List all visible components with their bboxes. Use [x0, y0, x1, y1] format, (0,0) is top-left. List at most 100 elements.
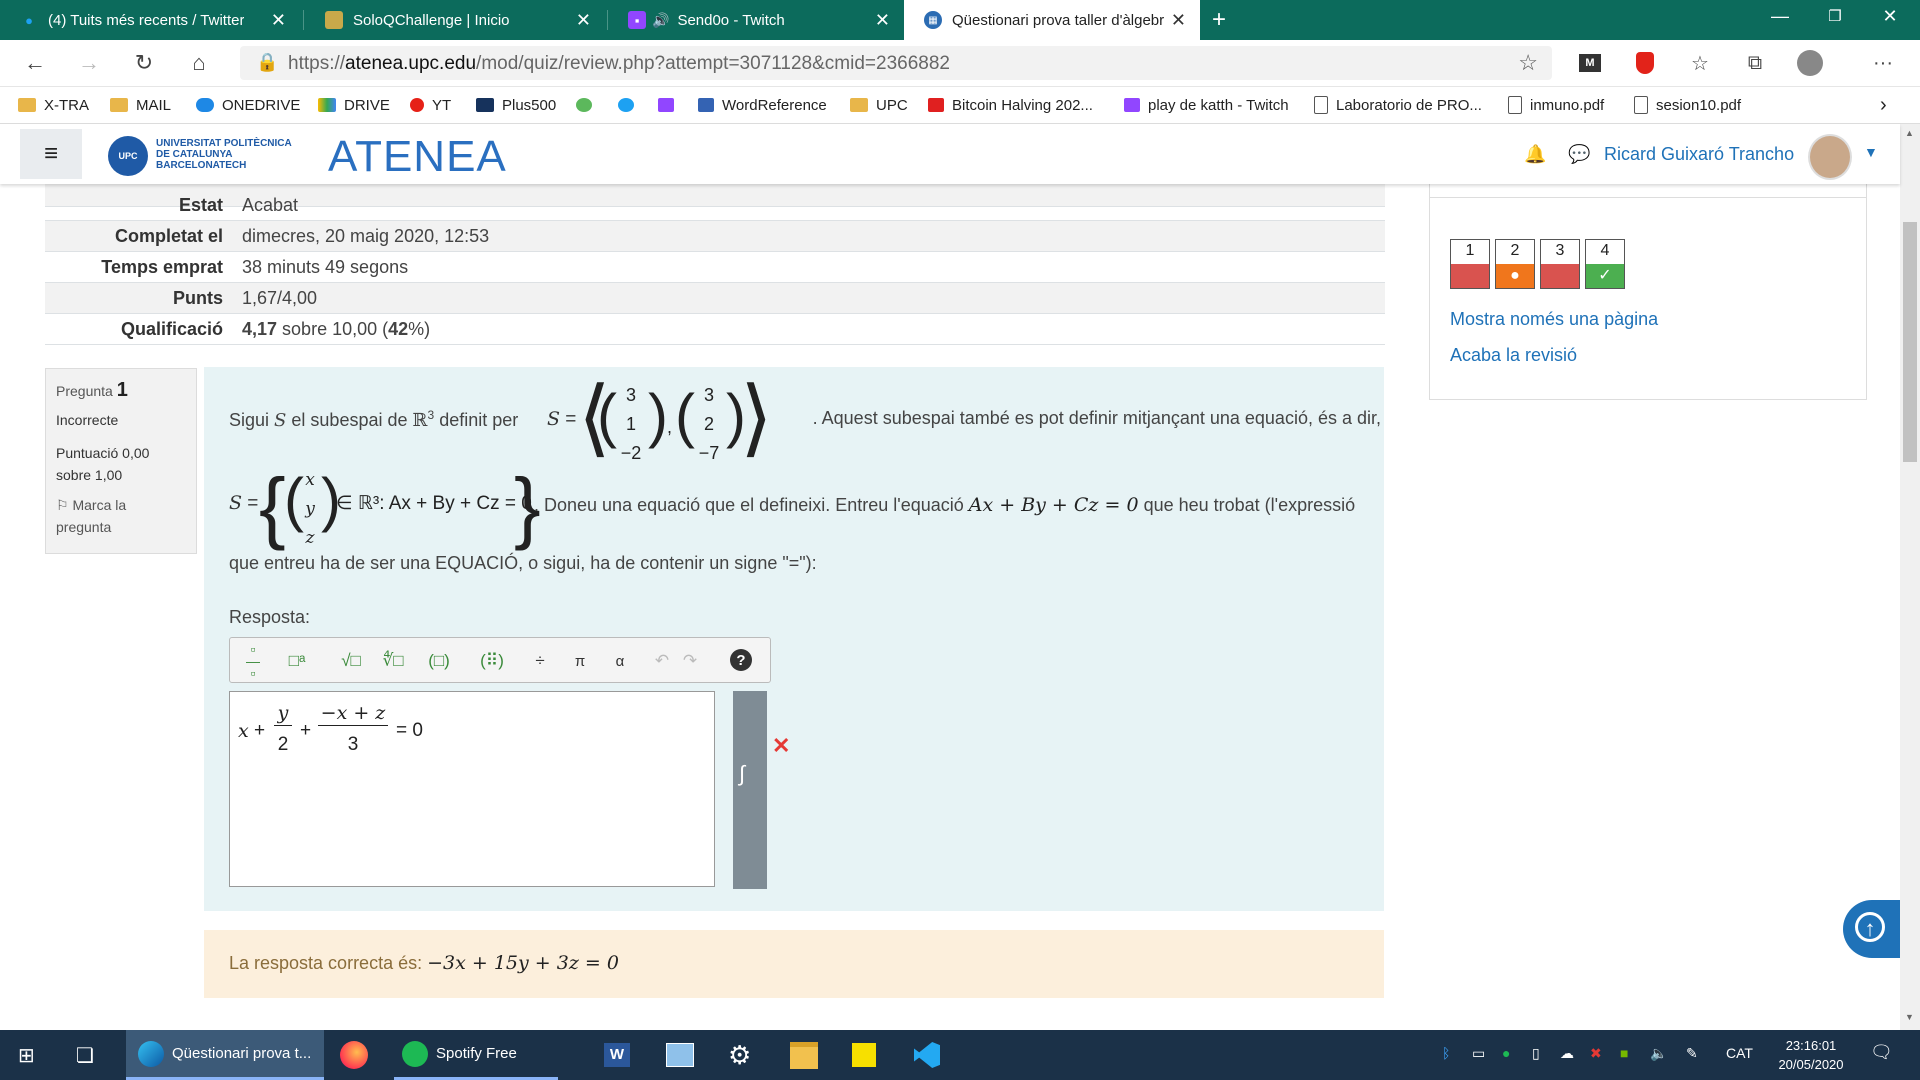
profile-button[interactable]	[1795, 48, 1825, 78]
nvidia-icon[interactable]: ■	[1620, 1045, 1628, 1061]
close-tab-icon[interactable]: ✕	[875, 10, 890, 31]
bookmark-onedrive[interactable]: ONEDRIVE	[196, 87, 300, 123]
upc-logo-icon[interactable]: UPC	[108, 136, 148, 176]
bookmark-mail[interactable]: MAIL	[110, 87, 171, 123]
tab-twitter[interactable]: ● (4) Tuits més recents / Twitter ✕	[0, 0, 300, 40]
language-indicator[interactable]: CAT	[1726, 1045, 1753, 1061]
bookmark-laboratorio[interactable]: Laboratorio de PRO...	[1314, 87, 1482, 123]
superscript-button[interactable]: □ᵃ	[284, 644, 310, 678]
parentheses-button[interactable]: (□)	[426, 644, 452, 678]
notifications-bell-icon[interactable]: 🔔	[1524, 144, 1546, 165]
notifications-icon[interactable]: 🗨	[1870, 1042, 1893, 1063]
minimize-button[interactable]: —	[1750, 0, 1810, 32]
task-view-button[interactable]: ❏	[76, 1030, 94, 1080]
bookmark-twitch[interactable]	[658, 87, 682, 123]
audio-playing-icon[interactable]: 🔊	[652, 12, 669, 29]
close-window-button[interactable]: ✕	[1860, 0, 1920, 32]
bookmarks-overflow-button[interactable]: ›	[1880, 87, 1887, 123]
scroll-up-icon[interactable]: ▲	[1905, 128, 1914, 138]
show-one-page-link[interactable]: Mostra només una pàgina	[1450, 309, 1658, 330]
user-name[interactable]: Ricard Guixaró Trancho	[1604, 144, 1794, 165]
bookmark-green[interactable]	[576, 87, 600, 123]
url-text[interactable]: https://atenea.upc.edu/mod/quiz/review.p…	[288, 53, 950, 75]
page-scrollbar[interactable]: ▲ ▼	[1900, 124, 1920, 1030]
quiz-nav-question-2[interactable]: 2 ●	[1495, 239, 1535, 289]
usb-icon[interactable]: ▯	[1532, 1045, 1540, 1062]
divide-button[interactable]: ÷	[528, 644, 552, 678]
taskbar-app-sticky-notes[interactable]	[852, 1030, 876, 1080]
alpha-button[interactable]: α	[608, 644, 632, 678]
bookmark-plus500[interactable]: Plus500	[476, 87, 556, 123]
collections-button[interactable]: ⧉	[1740, 48, 1770, 78]
bluetooth-icon[interactable]: ᛒ	[1442, 1045, 1450, 1061]
error-tray-icon[interactable]: ✖	[1590, 1045, 1602, 1062]
bookmark-katth-twitch[interactable]: play de katth - Twitch	[1124, 87, 1289, 123]
bookmark-sesion10[interactable]: sesion10.pdf	[1634, 87, 1741, 123]
display-icon[interactable]: ▭	[1472, 1045, 1485, 1062]
quiz-nav-question-3[interactable]: 3	[1540, 239, 1580, 289]
scroll-down-icon[interactable]: ▼	[1905, 1012, 1914, 1022]
favorites-button[interactable]: ☆	[1685, 48, 1715, 78]
taskbar-app-firefox[interactable]	[340, 1030, 368, 1080]
bookmark-bitcoin[interactable]: Bitcoin Halving 202...	[928, 87, 1093, 123]
matrix-button[interactable]: (⠿)	[472, 644, 512, 678]
flag-question-button[interactable]: ⚐ Marca la pregunta	[56, 494, 186, 538]
tab-atenea-quiz[interactable]: ▦ Qüestionari prova taller d'àlgebr ✕	[904, 0, 1200, 40]
taskbar-app-edge[interactable]: Qüestionari prova t...	[126, 1030, 324, 1080]
spotify-tray-icon[interactable]: ●	[1502, 1045, 1510, 1061]
quiz-nav-question-1[interactable]: 1	[1450, 239, 1490, 289]
back-button[interactable]: ←	[20, 48, 50, 78]
refresh-button[interactable]: ↻	[129, 48, 159, 78]
address-bar[interactable]: 🔒 https://atenea.upc.edu/mod/quiz/review…	[240, 46, 1552, 80]
pen-icon[interactable]: ✎	[1686, 1045, 1698, 1062]
handwriting-panel-toggle[interactable]: ∫	[733, 691, 767, 889]
answer-input[interactable]: x + y 2 + −x + z 3 = 0	[229, 691, 715, 887]
volume-icon[interactable]: 🔈	[1650, 1045, 1667, 1062]
taskbar-app-vscode[interactable]	[914, 1030, 940, 1080]
settings-menu-button[interactable]: ···	[1868, 48, 1898, 78]
bookmark-xtra[interactable]: X-TRA	[18, 87, 89, 123]
nth-root-button[interactable]: ∜□	[378, 644, 408, 678]
user-menu-caret-icon[interactable]: ▼	[1864, 144, 1878, 160]
new-tab-button[interactable]: +	[1212, 0, 1242, 40]
home-button[interactable]: ⌂	[184, 48, 214, 78]
extension-adblock-button[interactable]	[1630, 48, 1660, 78]
favorite-star-icon[interactable]: ☆	[1518, 50, 1538, 76]
fraction-button[interactable]: ▫ — ▫	[240, 642, 266, 680]
menu-toggle-button[interactable]: ≡	[20, 129, 82, 179]
taskbar-app-explorer[interactable]	[790, 1030, 818, 1080]
taskbar-app-word[interactable]: W	[604, 1030, 630, 1080]
forward-button[interactable]: →	[74, 48, 104, 78]
start-button[interactable]: ⊞	[18, 1030, 35, 1080]
tab-soloq[interactable]: SoloQChallenge | Inicio ✕	[305, 0, 605, 40]
bookmark-upc[interactable]: UPC	[850, 87, 908, 123]
back-to-top-button[interactable]: ↑	[1843, 900, 1900, 958]
close-tab-icon[interactable]: ✕	[271, 10, 286, 31]
finish-review-link[interactable]: Acaba la revisió	[1450, 345, 1577, 366]
redo-button[interactable]: ↷	[678, 644, 702, 678]
tab-twitch[interactable]: ▪ 🔊 Send0o - Twitch ✕	[608, 0, 904, 40]
bookmark-inmuno[interactable]: inmuno.pdf	[1508, 87, 1604, 123]
help-button[interactable]: ?	[730, 649, 752, 671]
bookmark-twitter[interactable]	[618, 87, 642, 123]
close-tab-icon[interactable]: ✕	[1171, 10, 1186, 31]
taskbar-app-settings[interactable]: ⚙	[728, 1030, 751, 1080]
quiz-nav-question-4[interactable]: 4 ✓	[1585, 239, 1625, 289]
bookmark-yt[interactable]: YT	[410, 87, 451, 123]
avatar[interactable]	[1808, 134, 1852, 180]
bookmark-wordreference[interactable]: WordReference	[698, 87, 827, 123]
restore-button[interactable]: ❐	[1805, 0, 1865, 32]
extension-m-button[interactable]: M	[1575, 48, 1605, 78]
taskbar-app-control[interactable]	[666, 1030, 694, 1080]
pi-button[interactable]: π	[568, 644, 592, 678]
messages-icon[interactable]: 💬	[1568, 144, 1590, 165]
atenea-brand[interactable]: ATENEA	[328, 132, 507, 182]
close-tab-icon[interactable]: ✕	[576, 10, 591, 31]
sqrt-button[interactable]: √□	[338, 644, 364, 678]
clock[interactable]: 23:16:01 20/05/2020	[1768, 1036, 1854, 1074]
taskbar-app-spotify[interactable]: Spotify Free	[394, 1030, 558, 1080]
undo-button[interactable]: ↶	[650, 644, 674, 678]
scrollbar-thumb[interactable]	[1903, 222, 1917, 462]
onedrive-tray-icon[interactable]: ☁	[1560, 1045, 1574, 1062]
bookmark-drive[interactable]: DRIVE	[318, 87, 390, 123]
